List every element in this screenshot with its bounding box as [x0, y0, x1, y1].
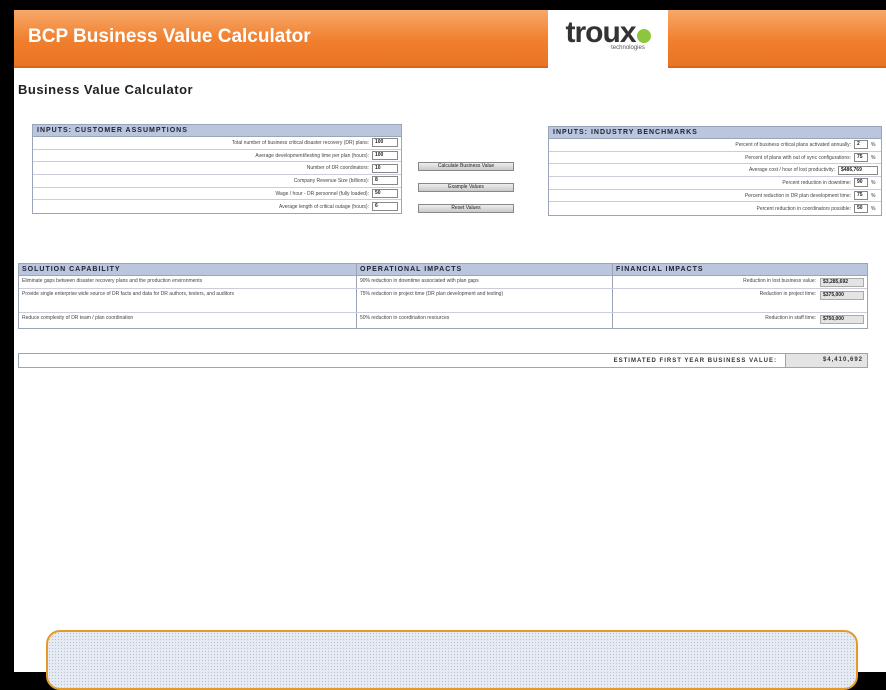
customer-row: Average length of critical outage (hours… [33, 200, 401, 213]
industry-benchmarks-panel: INPUTS: INDUSTRY BENCHMARKS Percent of b… [548, 126, 882, 217]
out-of-sync-input[interactable]: 75 [854, 153, 868, 163]
coordinator-reduction-input[interactable]: 50 [854, 204, 868, 214]
staff-time-value: $750,000 [820, 315, 864, 324]
estimated-value-bar: ESTIMATED FIRST YEAR BUSINESS VALUE: $4,… [18, 353, 868, 368]
customer-row: Total number of business critical disast… [33, 137, 401, 150]
estimated-value-label: ESTIMATED FIRST YEAR BUSINESS VALUE: [613, 357, 777, 364]
solution-capability-heading: SOLUTION CAPABILITY [19, 264, 357, 275]
reset-values-button[interactable]: Reset Values [418, 204, 514, 213]
troux-logo: troux technologies [548, 10, 668, 68]
project-time-value: $375,000 [820, 291, 864, 300]
solution-table: SOLUTION CAPABILITY OPERATIONAL IMPACTS … [18, 263, 868, 329]
table-row: Reduce complexity of DR team / plan coor… [19, 313, 867, 328]
table-row: Eliminate gaps between disaster recovery… [19, 276, 867, 289]
revenue-input[interactable]: 8 [372, 176, 398, 186]
app-window: BCP Business Value Calculator troux tech… [14, 10, 886, 672]
table-row: Provide single enterprise wide source of… [19, 289, 867, 313]
industry-row: Average cost / hour of lost productivity… [549, 164, 881, 178]
customer-assumptions-panel: INPUTS: CUSTOMER ASSUMPTIONS Total numbe… [32, 124, 402, 215]
plans-activated-input[interactable]: 2 [854, 140, 868, 150]
operational-impacts-heading: OPERATIONAL IMPACTS [357, 264, 613, 275]
financial-impacts-heading: FINANCIAL IMPACTS [616, 266, 704, 273]
page-title: Business Value Calculator [18, 82, 194, 97]
wage-input[interactable]: 50 [372, 189, 398, 199]
coordinators-input[interactable]: 10 [372, 163, 398, 173]
industry-row: Percent reduction in coordinators possib… [756, 204, 876, 214]
header-bar: BCP Business Value Calculator troux tech… [14, 10, 886, 68]
cost-per-hour-input[interactable]: $486,769 [838, 165, 878, 175]
estimated-value-amount: $4,410,692 [785, 354, 867, 367]
calculate-button[interactable]: Calculate Business Value [418, 162, 514, 171]
customer-row: Wage / hour - DR personnel (fully loaded… [33, 188, 401, 201]
lost-business-value: $3,285,692 [820, 278, 864, 287]
customer-assumptions-heading: INPUTS: CUSTOMER ASSUMPTIONS [33, 125, 401, 137]
dr-plans-input[interactable]: 100 [372, 138, 398, 148]
industry-row: Percent of plans with out of sync config… [549, 152, 881, 165]
dev-time-input[interactable]: 100 [372, 151, 398, 161]
outage-length-input[interactable]: 6 [372, 202, 398, 212]
callout-box [46, 630, 858, 690]
example-values-button[interactable]: Example Values [418, 183, 514, 192]
dev-time-reduction-input[interactable]: 75 [854, 191, 868, 201]
app-title: BCP Business Value Calculator [28, 26, 311, 47]
industry-row: Percent reduction in DR plan development… [549, 190, 881, 203]
logo-dot-icon [636, 28, 651, 43]
customer-row: Number of DR coordinators: 10 [33, 162, 401, 176]
industry-benchmarks-heading: INPUTS: INDUSTRY BENCHMARKS [549, 127, 881, 139]
solution-table-header: SOLUTION CAPABILITY OPERATIONAL IMPACTS … [19, 264, 867, 276]
industry-row: Percent of business critical plans activ… [549, 139, 881, 152]
customer-row: Company Revenue Size (billions): 8 [33, 175, 401, 188]
downtime-reduction-input[interactable]: 90 [854, 178, 868, 188]
industry-row: Percent reduction in downtime: 90% [549, 177, 881, 190]
customer-row: Average development/testing time per pla… [33, 150, 401, 163]
